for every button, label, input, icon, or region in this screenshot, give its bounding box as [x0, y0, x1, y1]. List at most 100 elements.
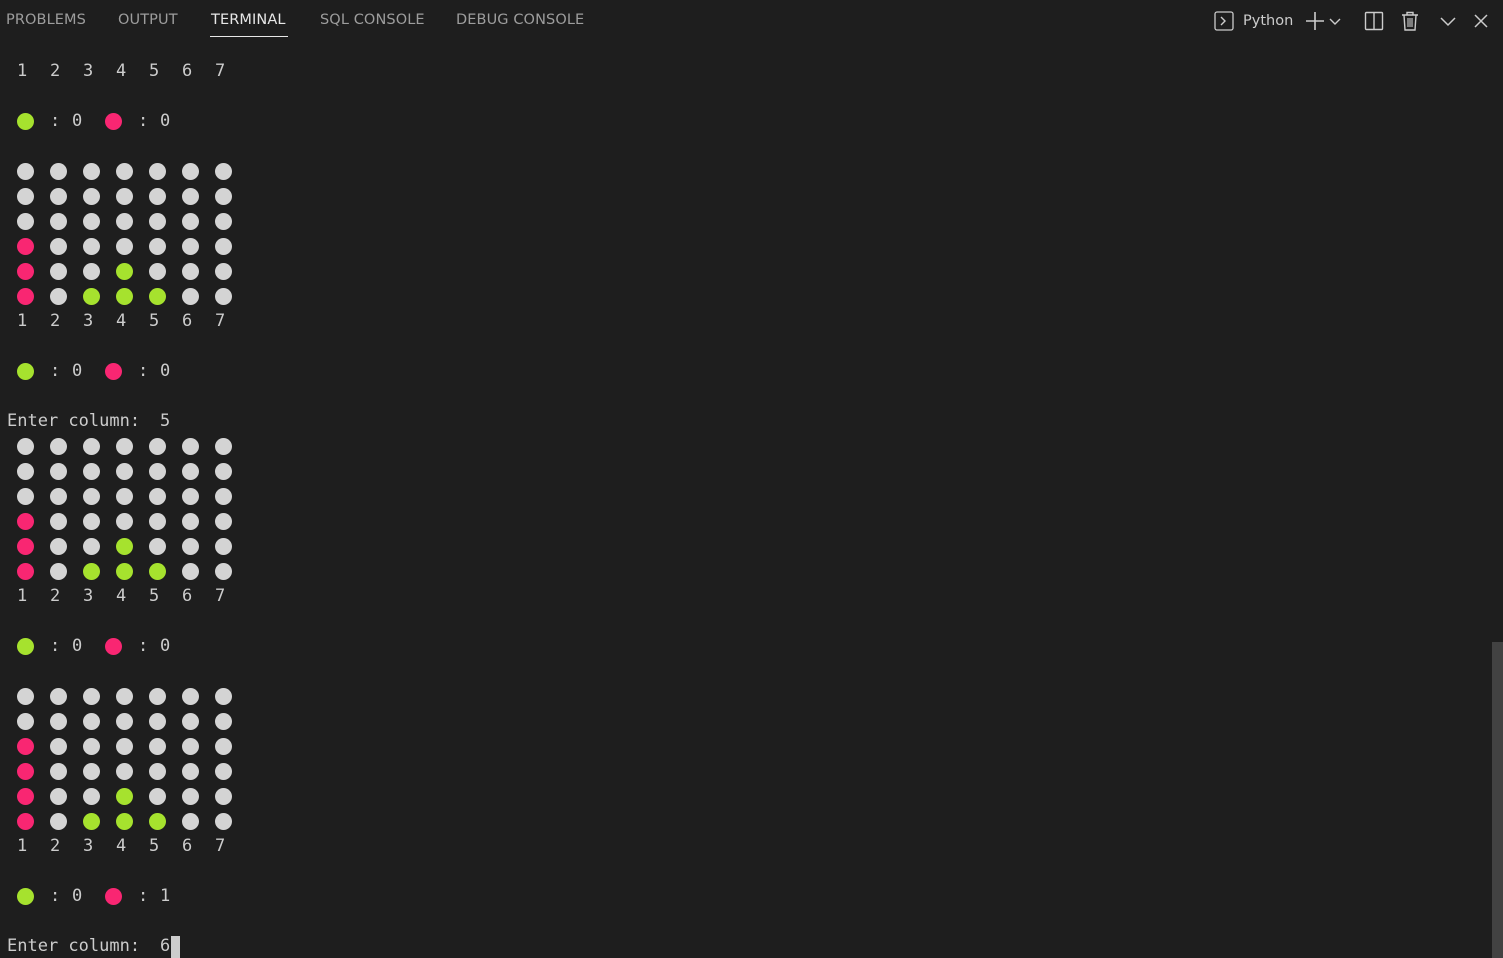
score-separator: : — [138, 886, 149, 906]
board-row — [0, 484, 1490, 509]
column-number: 4 — [116, 311, 127, 331]
empty-slot-icon — [50, 513, 67, 530]
maximize-panel-button[interactable] — [1438, 9, 1458, 33]
empty-slot-icon — [215, 688, 232, 705]
kill-terminal-button[interactable] — [1399, 9, 1421, 33]
empty-slot-icon — [215, 538, 232, 555]
red-piece-icon — [105, 888, 122, 905]
empty-slot-icon — [182, 763, 199, 780]
empty-slot-icon — [215, 488, 232, 505]
terminal-output[interactable]: 1 2 3 4 5 6 7:0:0 1 2 3 4 5 6 7:0:0 Enter column: 5123… — [0, 45, 1490, 958]
tab-problems[interactable]: PROBLEMS — [6, 12, 86, 28]
empty-slot-icon — [83, 538, 100, 555]
trash-icon — [1402, 11, 1418, 31]
terminal-profile-button[interactable]: Python — [1213, 9, 1293, 33]
score-separator: : — [138, 636, 149, 656]
column-number: 3 — [83, 836, 94, 856]
board-row — [0, 159, 1490, 184]
empty-slot-icon — [83, 238, 100, 255]
column-number: 7 — [215, 61, 226, 81]
tab-output[interactable]: OUTPUT — [118, 12, 178, 28]
terminal-scrollbar[interactable] — [1492, 642, 1503, 958]
close-panel-button[interactable] — [1471, 9, 1491, 33]
tab-sql-console[interactable]: SQL CONSOLE — [320, 12, 425, 28]
empty-slot-icon — [17, 188, 34, 205]
input-prompt: Enter column: 6 — [0, 934, 1490, 958]
empty-slot-icon — [83, 163, 100, 180]
empty-slot-icon — [83, 713, 100, 730]
column-numbers: 1 2 3 4 5 6 7 — [0, 309, 1490, 334]
board-row — [0, 209, 1490, 234]
red-piece-icon — [17, 813, 34, 830]
empty-slot-icon — [17, 463, 34, 480]
board-row — [0, 709, 1490, 734]
column-number: 6 — [182, 836, 193, 856]
split-icon — [1364, 11, 1384, 31]
empty-slot-icon — [182, 288, 199, 305]
empty-slot-icon — [17, 713, 34, 730]
empty-slot-icon — [50, 213, 67, 230]
red-piece-icon — [17, 263, 34, 280]
column-number: 1 — [17, 311, 28, 331]
column-number: 4 — [116, 586, 127, 606]
score-separator: : — [50, 636, 61, 656]
green-piece-icon — [116, 288, 133, 305]
green-piece-icon — [116, 788, 133, 805]
column-number: 1 — [17, 836, 28, 856]
green-piece-icon — [116, 263, 133, 280]
launch-profile-dropdown[interactable] — [1328, 9, 1342, 33]
column-number: 7 — [215, 836, 226, 856]
green-piece-icon — [17, 363, 34, 380]
column-number: 6 — [182, 61, 193, 81]
empty-slot-icon — [149, 263, 166, 280]
empty-slot-icon — [50, 713, 67, 730]
empty-slot-icon — [83, 788, 100, 805]
empty-slot-icon — [182, 788, 199, 805]
empty-slot-icon — [182, 188, 199, 205]
empty-slot-icon — [215, 288, 232, 305]
tab-terminal[interactable]: TERMINAL — [211, 12, 286, 28]
empty-slot-icon — [182, 163, 199, 180]
column-numbers: 1 2 3 4 5 6 7 — [0, 59, 1490, 84]
column-number: 3 — [83, 586, 94, 606]
column-number: 2 — [50, 586, 61, 606]
column-numbers: 1 2 3 4 5 6 7 — [0, 584, 1490, 609]
empty-slot-icon — [182, 238, 199, 255]
board-row — [0, 184, 1490, 209]
score-line: :0:1 — [0, 884, 1490, 909]
board-row — [0, 434, 1490, 459]
column-number: 6 — [182, 586, 193, 606]
green-score: 0 — [72, 886, 83, 906]
score-separator: : — [50, 886, 61, 906]
empty-slot-icon — [83, 438, 100, 455]
tab-debug-console[interactable]: DEBUG CONSOLE — [456, 12, 584, 28]
terminal-icon — [1214, 11, 1234, 31]
empty-slot-icon — [182, 463, 199, 480]
score-separator: : — [138, 111, 149, 131]
empty-slot-icon — [50, 288, 67, 305]
empty-slot-icon — [182, 538, 199, 555]
empty-slot-icon — [116, 713, 133, 730]
empty-slot-icon — [116, 738, 133, 755]
empty-slot-icon — [182, 563, 199, 580]
empty-slot-icon — [215, 813, 232, 830]
empty-slot-icon — [149, 688, 166, 705]
empty-slot-icon — [50, 813, 67, 830]
board-row — [0, 559, 1490, 584]
split-terminal-button[interactable] — [1363, 9, 1385, 33]
empty-slot-icon — [17, 163, 34, 180]
empty-slot-icon — [149, 513, 166, 530]
green-piece-icon — [17, 113, 34, 130]
column-number: 5 — [149, 61, 160, 81]
score-line: :0:0 — [0, 634, 1490, 659]
new-terminal-button[interactable] — [1304, 9, 1326, 33]
red-score: 0 — [160, 361, 171, 381]
empty-slot-icon — [215, 188, 232, 205]
green-piece-icon — [149, 288, 166, 305]
empty-slot-icon — [149, 238, 166, 255]
empty-slot-icon — [215, 563, 232, 580]
board-row — [0, 509, 1490, 534]
red-piece-icon — [17, 538, 34, 555]
column-number: 5 — [149, 836, 160, 856]
board-row — [0, 684, 1490, 709]
